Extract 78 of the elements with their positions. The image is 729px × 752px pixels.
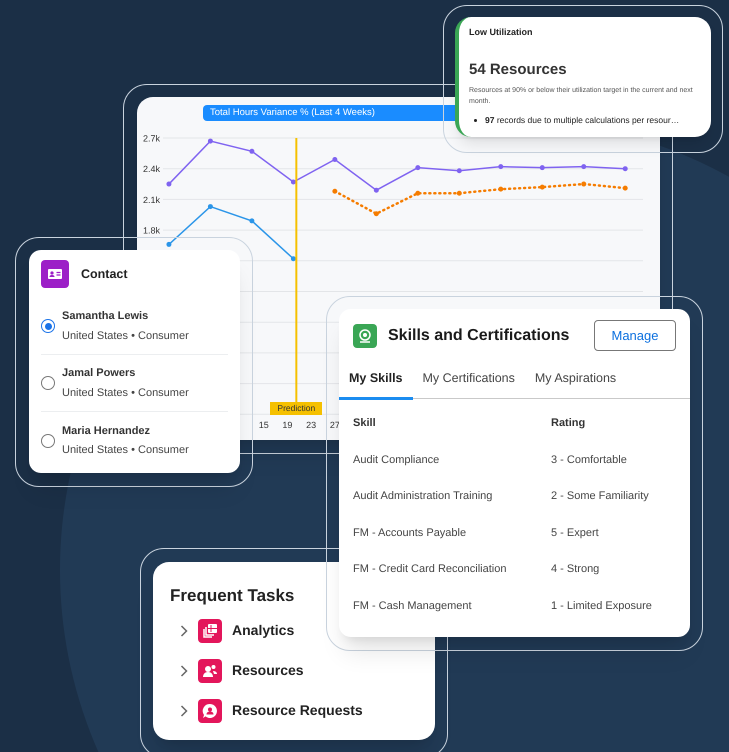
point [498, 164, 504, 170]
table-cell-text: 4 - Strong [551, 562, 600, 578]
contact-name: Jamal Powers [62, 366, 136, 381]
stacked-cards-icon [198, 618, 222, 642]
person-bubble-icon [198, 698, 222, 722]
tab[interactable]: My Skills [339, 369, 412, 400]
point [456, 168, 462, 174]
table-cell-text: 1 - Limited Exposure [551, 598, 653, 614]
point [540, 165, 545, 170]
contact-name: Samantha Lewis [62, 309, 150, 324]
y-axis-label: 1.8k [142, 226, 160, 236]
task-label: Resources [232, 661, 304, 680]
column-header: Rating [551, 416, 586, 432]
contact-detail: United States • Consumer [62, 328, 189, 344]
point [622, 186, 628, 191]
chevron-icon [180, 664, 188, 676]
table-cell-text: 3 - Comfortable [551, 452, 628, 468]
chevron-icon [180, 624, 188, 636]
task-label: Analytics [232, 621, 294, 640]
point [332, 156, 338, 162]
point [166, 242, 172, 247]
card-title: Low Utilization [469, 26, 534, 39]
y-axis-label: 2.4k [142, 164, 160, 174]
point [498, 186, 504, 192]
point [290, 256, 296, 262]
task-label: Resource Requests [232, 701, 363, 720]
x-axis-label: 27 [330, 420, 340, 430]
y-axis-label: 2.7k [142, 134, 160, 144]
card-title: Frequent Tasks [170, 585, 294, 607]
radio-button[interactable] [41, 319, 55, 333]
radio-button[interactable] [41, 434, 55, 448]
bullet-icon [474, 118, 477, 122]
contact-name: Maria Hernandez [62, 424, 152, 438]
table-cell-text: 5 - Expert [551, 526, 600, 541]
chevron-icon [180, 704, 188, 716]
column-header: Skill [353, 416, 377, 432]
table-cell-text: FM - Cash Management [353, 598, 473, 614]
people-icon [198, 658, 222, 682]
task-item[interactable]: Analytics [180, 618, 294, 642]
point [581, 164, 586, 170]
point [166, 182, 172, 187]
prediction-label: Prediction [270, 402, 322, 415]
point [456, 190, 462, 196]
y-axis-label: 2.1k [142, 194, 160, 205]
point [415, 190, 420, 196]
point [208, 138, 213, 144]
point [374, 188, 379, 193]
table-cell-text: FM - Credit Card Reconciliation [353, 562, 508, 578]
point [208, 204, 213, 210]
resource-count: 54 Resources [469, 60, 568, 80]
tab[interactable]: My Aspirations [524, 369, 626, 400]
point [622, 166, 628, 172]
point [249, 148, 254, 154]
contact-card-icon [41, 260, 69, 288]
table-cell-text: Audit Compliance [353, 452, 440, 468]
table-cell-text: Audit Administration Training [353, 489, 494, 504]
contact-detail: United States • Consumer [62, 443, 189, 458]
point [249, 218, 254, 224]
x-axis-label: 15 [258, 420, 269, 430]
point [332, 188, 338, 194]
point [415, 165, 420, 170]
task-item[interactable]: Resource Requests [180, 698, 363, 722]
task-item[interactable]: Resources [180, 658, 304, 682]
tab[interactable]: My Certifications [412, 369, 525, 400]
x-axis-label: 19 [282, 420, 292, 430]
card-title: Skills and Certifications [388, 326, 570, 346]
table-cell-text: 2 - Some Familiarity [551, 489, 650, 504]
radio-button[interactable] [41, 376, 55, 390]
badge-icon [353, 324, 377, 348]
table-cell-text: FM - Accounts Payable [353, 526, 468, 541]
manage-button[interactable]: Manage [594, 320, 676, 351]
point [581, 182, 586, 187]
x-axis-label: 23 [306, 420, 316, 430]
point [540, 184, 545, 190]
point [290, 180, 296, 185]
point [374, 211, 379, 216]
contact-detail: United States • Consumer [62, 386, 189, 400]
card-title: Contact [81, 266, 128, 283]
